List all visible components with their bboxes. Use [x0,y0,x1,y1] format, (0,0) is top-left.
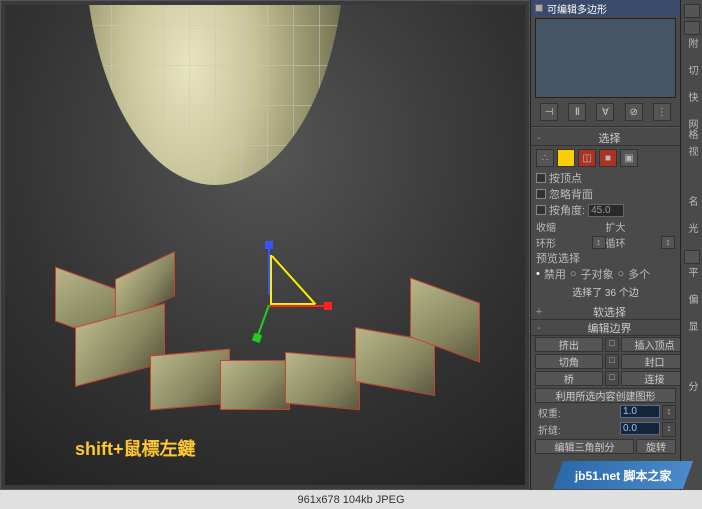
crease-label: 折缝: [535,422,618,437]
grow-button[interactable]: 扩大 [606,219,676,234]
modifier-stack-item[interactable]: 可编辑多边形 [531,0,680,16]
ring-spinner[interactable]: ↕ [592,236,606,249]
right-tab-strip: 附 切 快 网格 视 名 光 平 偏 显 分 [680,0,702,490]
chamfer-settings-button[interactable]: □ [605,354,619,369]
selection-status: 选择了 36 个边 [536,282,675,301]
viewport-3d[interactable]: shift+鼠標左鍵 [0,0,530,490]
tab-label: 分 [684,381,699,405]
ignore-backfacing-label: 忽略背面 [549,186,593,202]
bridge-settings-button[interactable]: □ [605,371,619,386]
rollout-title: 软选择 [543,304,676,320]
command-panel: 可编辑多边形 ⊣ Ⅱ ∀ ⊘ ⋮ - 选择 ∴ ／ ◫ ■ ▣ 按顶点 忽略背面… [530,0,680,490]
shrink-button[interactable]: 收缩 [536,219,606,234]
modifier-lamp-icon[interactable] [535,4,543,12]
sub-object-picker: ∴ ／ ◫ ■ ▣ [536,149,675,167]
rollout-title: 选择 [543,130,676,146]
ignore-backfacing-checkbox[interactable] [536,189,546,199]
right-tab-1[interactable] [684,4,700,18]
subobj-element[interactable]: ▣ [620,149,638,167]
tab-label: 切 [684,65,699,89]
subobj-border[interactable]: ◫ [578,149,596,167]
preview-subobj[interactable]: 子对象 [581,266,614,282]
create-shape-button[interactable]: 利用所选内容创建图形 [535,388,676,403]
subobj-polygon[interactable]: ■ [599,149,617,167]
weight-spin-icon[interactable]: ↕ [662,405,676,420]
preview-off[interactable]: 禁用 [544,266,566,282]
preview-sel-label: 预览选择 [536,250,580,266]
viewport-inner[interactable]: shift+鼠標左鍵 [5,5,525,485]
rollout-soft-selection[interactable]: + 软选择 [531,304,680,320]
tab-label: 视 [684,146,699,170]
weight-spinner[interactable]: 1.0 [620,405,660,418]
angle-spinner[interactable]: 45.0 [588,204,624,217]
loop-button[interactable]: 循环 [606,235,662,250]
insert-vertex-button[interactable]: 插入顶点 [621,337,689,352]
turn-button[interactable]: 旋转 [636,439,676,454]
tab-label: 光 [684,223,699,247]
ring-button[interactable]: 环形 [536,235,592,250]
bridge-button[interactable]: 桥 [535,371,603,386]
by-angle-checkbox[interactable] [536,205,546,215]
remove-modifier-icon[interactable]: ⊘ [625,103,643,121]
pin-stack-icon[interactable]: ⊣ [540,103,558,121]
modifier-toolbar: ⊣ Ⅱ ∀ ⊘ ⋮ [531,100,680,124]
edit-tri-button[interactable]: 编辑三角剖分 [535,439,634,454]
cap-button[interactable]: 封口 [621,354,689,369]
rollout-edit-edges[interactable]: - 编辑边界 [531,320,680,336]
modifier-name: 可编辑多边形 [547,1,607,16]
tab-label: 附 [684,38,699,62]
subobj-edge[interactable]: ／ [557,149,575,167]
image-footer: 961x678 104kb JPEG [0,490,702,509]
tab-label: 名 [684,196,699,220]
transform-gizmo[interactable] [250,245,330,345]
by-angle-label: 按角度: [549,202,585,218]
collapse-icon: - [535,132,543,144]
collapse-icon: - [535,322,543,334]
crease-spin-icon[interactable]: ↕ [662,422,676,437]
viewport-hint: shift+鼠標左鍵 [75,435,196,461]
right-tab-3[interactable] [684,250,700,264]
tab-label: 快 [684,92,699,116]
rollout-title: 编辑边界 [543,320,676,336]
gizmo-axis-x[interactable] [268,305,328,307]
connect-button[interactable]: 连接 [621,371,689,386]
loop-spinner[interactable]: ↕ [661,236,675,249]
tab-label: 显 [684,321,699,345]
show-end-result-icon[interactable]: Ⅱ [568,103,586,121]
expand-icon: + [535,306,543,318]
gizmo-plane-xy[interactable] [270,255,315,305]
extrude-settings-button[interactable]: □ [605,337,619,352]
watermark-badge: jb51.net 脚本之家 [553,461,693,489]
image-dimensions: 961x678 104kb JPEG [297,494,404,506]
chamfer-button[interactable]: 切角 [535,354,603,369]
gizmo-axis-z[interactable] [256,305,270,339]
weight-label: 权重: [535,405,618,420]
rollout-selection[interactable]: - 选择 [531,130,680,146]
tab-label: 网格 [684,119,699,143]
by-vertex-label: 按顶点 [549,170,582,186]
extrude-button[interactable]: 挤出 [535,337,603,352]
right-tab-2[interactable] [684,21,700,35]
by-vertex-checkbox[interactable] [536,173,546,183]
crease-spinner[interactable]: 0.0 [620,422,660,435]
preview-multi[interactable]: 多个 [628,266,650,282]
subobj-vertex[interactable]: ∴ [536,149,554,167]
make-unique-icon[interactable]: ∀ [596,103,614,121]
modifier-preview-area [535,18,676,98]
configure-sets-icon[interactable]: ⋮ [653,103,671,121]
tab-label: 偏 [684,294,699,318]
tab-label: 平 [684,267,699,291]
